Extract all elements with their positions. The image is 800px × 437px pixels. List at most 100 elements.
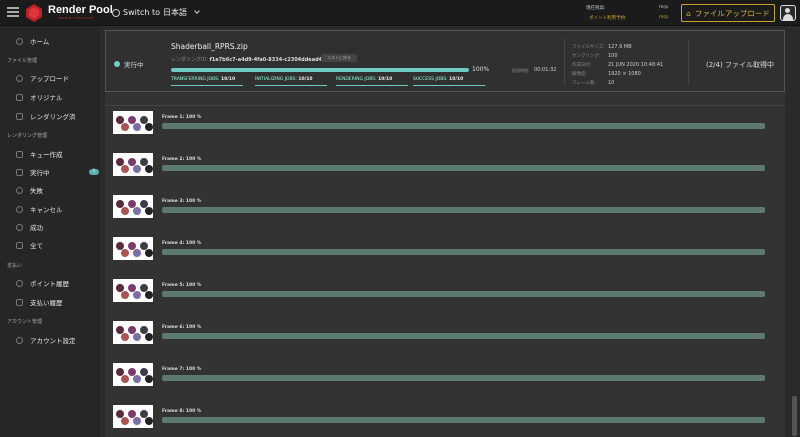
file-icon [16,93,23,101]
sidebar-item-running[interactable]: 実行中 1 [16,166,99,178]
sidebar-item-label: ホーム [30,38,50,46]
info-sampling: 100 [608,53,618,59]
frame-label: Frame 2: 100 % [162,157,202,162]
info-label: 作成日付: [572,63,592,68]
scrollbar-thumb[interactable] [792,396,797,436]
info-label: 解像度: [572,72,588,77]
elapsed-time: 00:01:32 [534,67,557,73]
cloud-icon [16,74,23,82]
language-switch[interactable]: Switch to 日本語 [112,7,200,18]
divider [105,105,785,106]
frame-thumbnail[interactable] [113,153,153,176]
brand-name[interactable]: Render Pool [48,4,113,16]
frame-thumbnail[interactable] [113,363,153,386]
divider [564,39,565,85]
sidebar-item-label: キャンセル [30,206,63,214]
logo-icon [26,4,42,22]
divider [688,39,689,85]
language-prefix: Switch to [123,8,161,17]
sidebar-item-original[interactable]: オリジナル [16,91,96,103]
sidebar-item-success[interactable]: 成功 [16,221,96,233]
sidebar-item-payment-history[interactable]: 支払い履歴 [16,296,96,308]
section-payment: 支払い [7,263,23,269]
info-label: フレーム数: [572,81,596,86]
user-icon [16,336,23,344]
coin-icon [16,279,23,287]
sidebar-item-point-history[interactable]: ポイント履歴 [16,277,96,289]
sidebar-item-queue[interactable]: キュー作成 [16,148,96,160]
sidebar-item-upload[interactable]: アップロード [16,72,96,84]
frame-progress-bar [162,207,765,213]
elapsed-label: 経過時間: [512,68,530,73]
frame-label: Frame 1: 100 % [162,115,202,120]
sidebar-item-label: アップロード [30,75,69,83]
frame-thumbnail[interactable] [113,111,153,134]
top-bar: Render Pool MADE BY ITOLE DUP Switch to … [0,0,800,26]
home-icon [16,37,23,45]
file-fetch-status: (2/4) ファイル取得中 [706,61,774,69]
menu-icon[interactable] [7,7,19,17]
frame-thumbnail[interactable] [113,195,153,218]
globe-icon [112,8,120,17]
running-count-badge: 1 [89,169,99,175]
play-icon [16,168,23,176]
sidebar-item-rendered[interactable]: レンダリング済 [16,110,96,122]
frame-label: Frame 6: 100 % [162,325,202,330]
sidebar-item-label: 失敗 [30,187,43,195]
frame-thumbnail[interactable] [113,237,153,260]
frame-progress-bar [162,249,765,255]
sidebar-item-label: 全て [30,242,43,250]
frame-thumbnail[interactable] [113,321,153,344]
stage-rendering: RENDERING JOBS: 10/10 [336,77,408,86]
section-files: ファイル管理 [7,58,38,64]
upload-file-label: ファイルアップロード [694,8,770,18]
info-label: ファイルサイズ: [572,45,605,50]
sidebar: ホーム ファイル管理 アップロード オリジナル レンダリング済 レンダリング管理… [0,26,100,437]
job-id: レンダリングID: f1e7b6c7-a4d9-4fa0-8334-c2304d… [171,56,326,63]
check-icon [16,223,23,231]
sidebar-item-home[interactable]: ホーム [16,35,96,47]
bolt-icon [16,112,23,120]
points-pending-label: ポイント利用予約: [589,16,627,21]
job-status: 実行中 [114,59,144,69]
job-card: 実行中 Shaderball_RPRS.zip レンダリングID: f1e7b6… [105,30,785,92]
frame-label: Frame 4: 100 % [162,241,202,246]
stage-success: SUCCESS JOBS: 10/10 [413,77,485,86]
cancel-icon [16,205,23,213]
job-id-label: レンダリングID: [171,57,209,63]
sidebar-item-failed[interactable]: 失敗 [16,184,96,196]
info-label: サンプリング: [572,54,601,59]
upload-file-button[interactable]: ⌂ ファイルアップロード [681,4,775,22]
frame-row: Frame 4: 100 % [113,237,777,265]
sidebar-item-all[interactable]: 全て [16,239,96,251]
sidebar-item-cancel[interactable]: キャンセル [16,203,96,215]
main-content: 実行中 Shaderball_RPRS.zip レンダリングID: f1e7b6… [105,30,785,437]
avatar[interactable] [780,5,796,21]
sidebar-item-label: ポイント履歴 [30,280,69,288]
frame-thumbnail[interactable] [113,279,153,302]
shield-icon [16,150,23,158]
sidebar-item-label: オリジナル [30,94,63,102]
points-balance-value: mrp [659,5,669,10]
frame-label: Frame 7: 100 % [162,367,202,372]
section-account: アカウント管理 [7,319,43,325]
frame-row: Frame 1: 100 % [113,111,777,139]
sidebar-item-account-settings[interactable]: アカウント設定 [16,334,96,346]
frame-thumbnail[interactable] [113,405,153,428]
job-progress-bar [171,68,469,72]
sidebar-item-label: キュー作成 [30,151,63,159]
section-rendering: レンダリング管理 [7,133,48,139]
sidebar-item-label: 実行中 [30,169,50,177]
job-status-label: 実行中 [124,61,144,69]
info-resolution: 1920 × 1080 [608,71,641,77]
frame-row: Frame 6: 100 % [113,321,777,349]
frame-progress-bar [162,291,765,297]
sidebar-item-label: 支払い履歴 [30,299,63,307]
hand-icon [16,186,23,194]
job-id-value: f1e7b6c7-a4d9-4fa0-8334-c2304ddead4a [209,57,326,63]
back-to-list-button[interactable]: リストに戻る [321,54,357,62]
frame-row: Frame 8: 100 % [113,405,777,433]
frame-progress-bar [162,123,765,129]
frame-row: Frame 7: 100 % [113,363,777,391]
scrollbar[interactable] [789,26,800,437]
